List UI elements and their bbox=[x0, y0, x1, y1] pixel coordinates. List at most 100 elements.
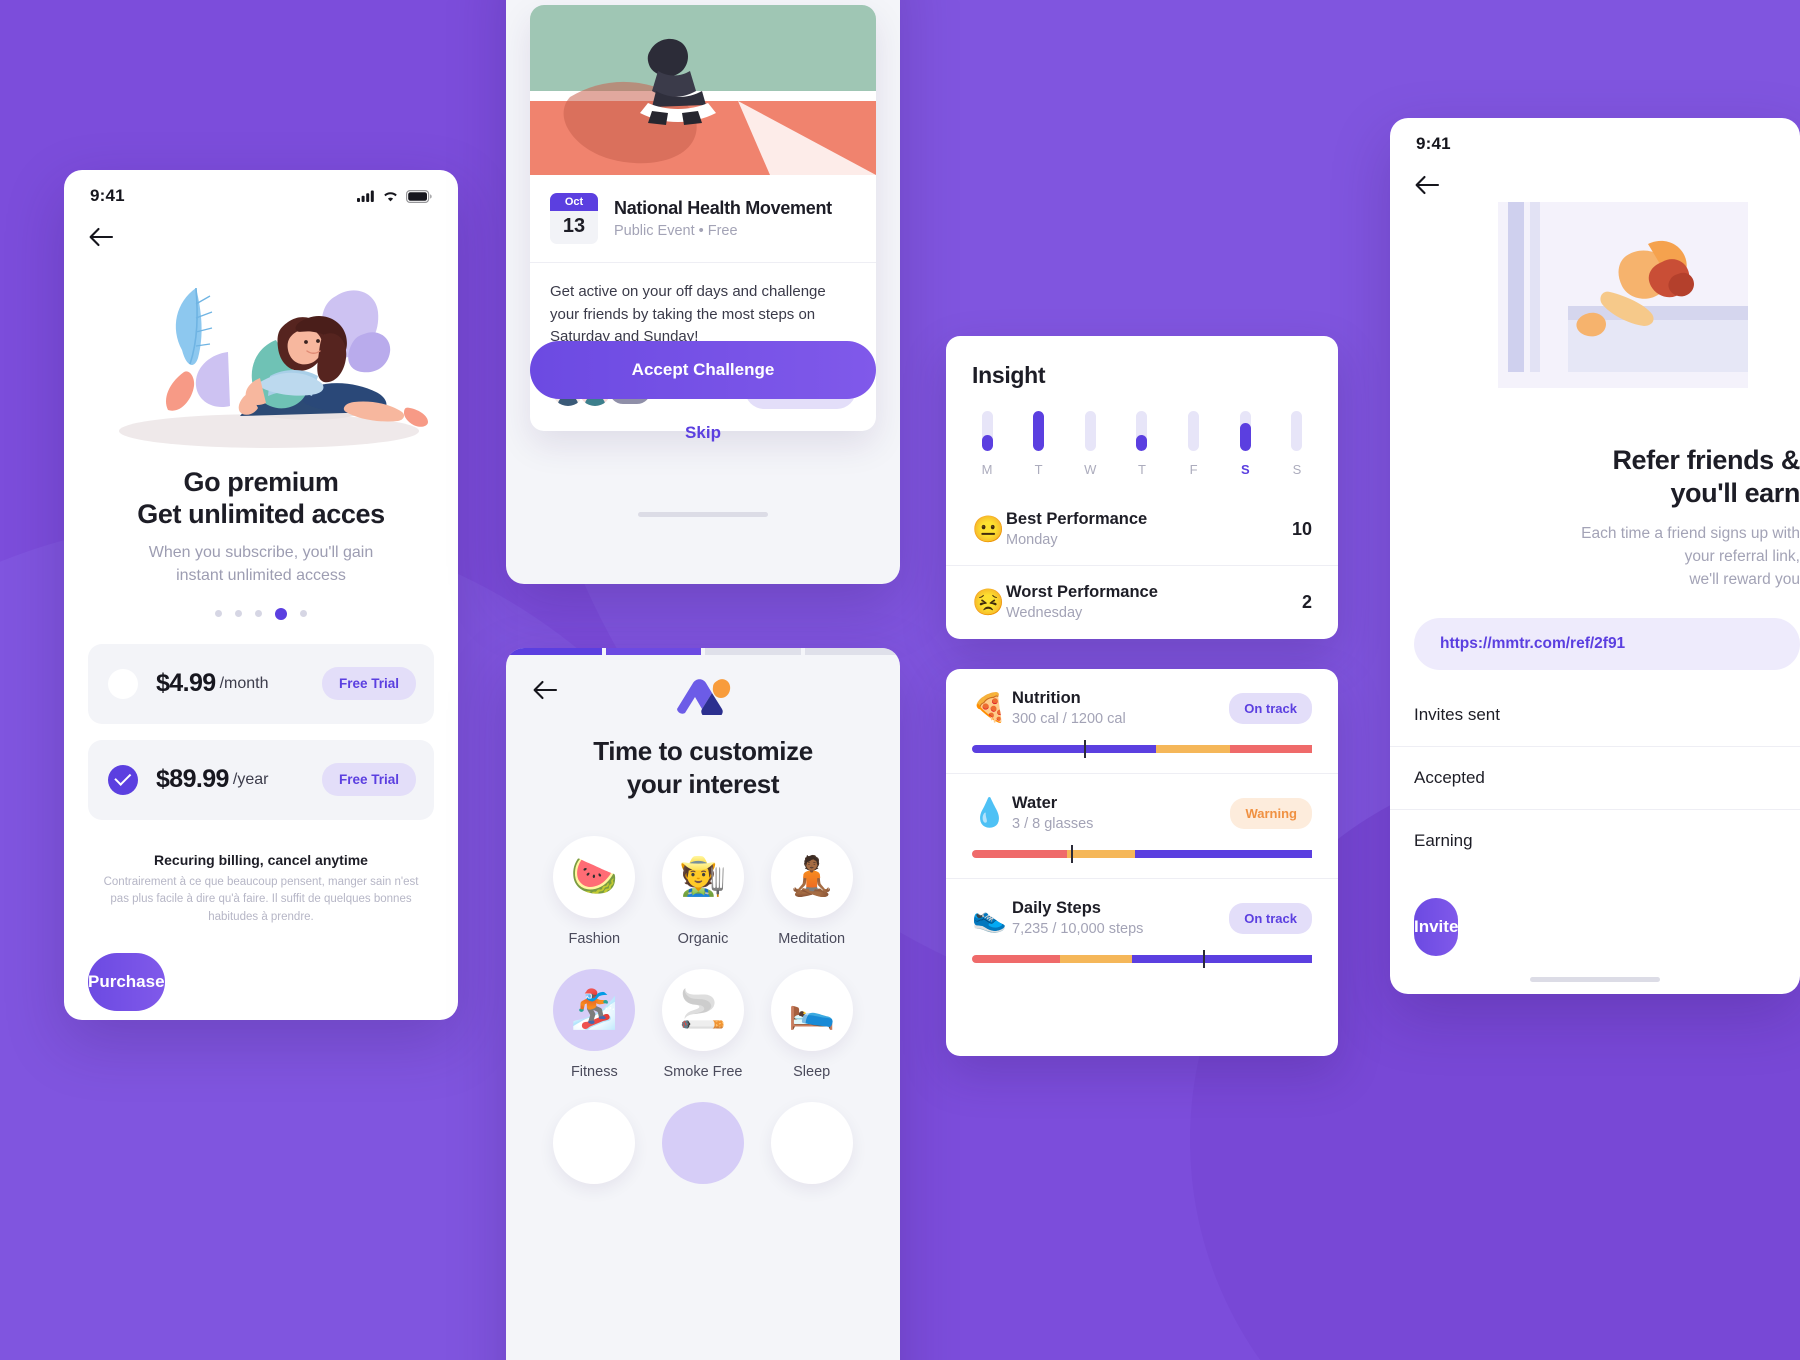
status-bar: 9:41 bbox=[64, 170, 458, 210]
interest-grid: 🍉 Fashion 🧑‍🌾 Organic 🧘🏾 Meditation 🏂 Fi… bbox=[506, 836, 900, 1184]
plan-period: /month bbox=[219, 674, 269, 692]
pager-dot[interactable] bbox=[215, 609, 222, 617]
pizza-icon: 🍕 bbox=[972, 692, 1007, 723]
pager-dot[interactable] bbox=[255, 609, 262, 617]
chart-bar-sunday[interactable]: S bbox=[1282, 411, 1312, 477]
premium-title: Go premium Get unlimited acces bbox=[64, 466, 458, 530]
insight-row-title: Best Performance bbox=[1006, 510, 1148, 528]
chart-label: S bbox=[1292, 462, 1302, 477]
bar-segment bbox=[1155, 745, 1231, 753]
meditation-icon: 🧘🏾 bbox=[770, 836, 853, 918]
insight-row-value: 2 bbox=[1301, 591, 1312, 612]
event-header: Oct 13 National Health Movement Public E… bbox=[530, 175, 876, 263]
stat-invites-sent: Invites sent bbox=[1390, 684, 1800, 747]
premium-screen: 9:41 Go premium Get unlimited acces When… bbox=[64, 170, 458, 1020]
goal-progress-bar bbox=[972, 950, 1312, 968]
free-trial-badge[interactable]: Free Trial bbox=[321, 763, 416, 797]
goal-marker bbox=[1084, 740, 1087, 758]
chart-bar-thursday[interactable]: T bbox=[1127, 411, 1157, 477]
interest-item-organic[interactable]: 🧑‍🌾 Organic bbox=[649, 836, 758, 947]
cellular-signal-icon bbox=[357, 190, 374, 202]
bar-segment bbox=[972, 955, 1061, 963]
goal-subtitle: 7,235 / 10,000 steps bbox=[1012, 921, 1144, 937]
placeholder-icon bbox=[553, 1102, 636, 1184]
bar-fill bbox=[1136, 435, 1148, 451]
chart-label: T bbox=[1034, 462, 1043, 477]
interest-item-extra[interactable] bbox=[757, 1102, 866, 1184]
refer-title-line2: you'll earn bbox=[1670, 477, 1800, 508]
goal-header: 👟 Daily Steps 7,235 / 10,000 steps On tr… bbox=[972, 899, 1312, 937]
back-button[interactable] bbox=[1414, 174, 1440, 196]
snowboarder-icon: 🏂 bbox=[553, 969, 636, 1051]
referral-link-field[interactable]: https://mmtr.com/ref/2f91 bbox=[1414, 617, 1800, 670]
interest-title: Time to customize your interest bbox=[593, 736, 813, 799]
pager-dots[interactable] bbox=[64, 607, 458, 620]
event-photo bbox=[530, 5, 876, 175]
event-challenge-screen: Oct 13 National Health Movement Public E… bbox=[506, 0, 900, 584]
goals-card: 🍕 Nutrition 300 cal / 1200 cal On track … bbox=[946, 669, 1338, 1056]
free-trial-badge[interactable]: Free Trial bbox=[321, 667, 416, 701]
goal-status-badge: On track bbox=[1229, 902, 1312, 934]
goal-progress-bar bbox=[972, 740, 1312, 758]
chart-bar-wednesday[interactable]: W bbox=[1075, 411, 1105, 477]
insight-row-value: 10 bbox=[1291, 518, 1312, 539]
plan-option-monthly[interactable]: $4.99 /month Free Trial bbox=[88, 643, 434, 724]
refer-subtitle: Each time a friend signs up with your re… bbox=[1581, 524, 1800, 589]
plan-price: $89.99 bbox=[156, 765, 229, 794]
insight-row-day: Wednesday bbox=[1006, 605, 1083, 621]
placeholder-icon bbox=[661, 1102, 744, 1184]
chart-bar-tuesday[interactable]: T bbox=[1024, 411, 1054, 477]
status-time: 9:41 bbox=[1416, 134, 1451, 153]
home-indicator bbox=[1530, 976, 1660, 982]
skip-button[interactable]: Skip bbox=[506, 423, 900, 443]
interest-item-extra[interactable] bbox=[649, 1102, 758, 1184]
stat-accepted: Accepted bbox=[1390, 747, 1800, 810]
water-drop-icon: 💧 bbox=[972, 797, 1007, 828]
interest-item-fashion[interactable]: 🍉 Fashion bbox=[540, 836, 649, 947]
insight-card: Insight M T W T F S S 😐 Best Performance… bbox=[946, 336, 1338, 639]
goal-header: 💧 Water 3 / 8 glasses Warning bbox=[972, 794, 1312, 832]
plan-option-yearly[interactable]: $89.99 /year Free Trial bbox=[88, 739, 434, 820]
interest-label: Sleep bbox=[793, 1064, 831, 1080]
pager-dot-active[interactable] bbox=[275, 607, 287, 620]
bar-segment bbox=[972, 850, 1068, 858]
chart-bar-monday[interactable]: M bbox=[972, 411, 1002, 477]
progress-segment bbox=[605, 648, 701, 655]
pager-dot[interactable] bbox=[235, 609, 242, 617]
interest-item-extra[interactable] bbox=[540, 1102, 649, 1184]
status-time: 9:41 bbox=[90, 186, 125, 205]
premium-illustration bbox=[119, 287, 428, 448]
event-meta: Public Event • Free bbox=[614, 223, 738, 239]
interest-item-meditation[interactable]: 🧘🏾 Meditation bbox=[757, 836, 866, 947]
accept-challenge-button[interactable]: Accept Challenge bbox=[530, 341, 876, 399]
invite-button[interactable]: Invite bbox=[1414, 897, 1459, 956]
pager-dot[interactable] bbox=[300, 609, 307, 617]
goal-status-badge: On track bbox=[1229, 692, 1312, 724]
goal-progress-bar bbox=[972, 845, 1312, 863]
recurring-billing-title: Recuring billing, cancel anytime bbox=[154, 851, 368, 868]
interest-item-sleep[interactable]: 🛌 Sleep bbox=[757, 969, 866, 1080]
bar-segment bbox=[1230, 745, 1312, 753]
purchase-button[interactable]: Purchase bbox=[88, 953, 165, 1012]
chart-bar-friday[interactable]: F bbox=[1179, 411, 1209, 477]
plan-radio-yearly[interactable] bbox=[108, 764, 138, 795]
refer-title: Refer friends & you'll earn bbox=[1390, 426, 1800, 510]
interest-item-smoke-free[interactable]: 🚬 Smoke Free bbox=[649, 969, 758, 1080]
shoe-icon: 👟 bbox=[972, 902, 1007, 933]
bar-fill bbox=[981, 435, 993, 451]
insight-row-best: 😐 Best Performance Monday 10 bbox=[946, 493, 1338, 565]
premium-subtitle: When you subscribe, you'll gain instant … bbox=[148, 544, 374, 585]
back-button[interactable] bbox=[532, 679, 558, 701]
plan-radio-monthly[interactable] bbox=[108, 668, 138, 699]
placeholder-icon bbox=[770, 1102, 853, 1184]
chart-label: W bbox=[1084, 462, 1097, 477]
goal-water: 💧 Water 3 / 8 glasses Warning bbox=[946, 773, 1338, 878]
interest-item-fitness[interactable]: 🏂 Fitness bbox=[540, 969, 649, 1080]
back-button[interactable] bbox=[88, 226, 114, 248]
chart-label: T bbox=[1137, 462, 1146, 477]
chart-bar-saturday[interactable]: S bbox=[1230, 411, 1260, 477]
interest-label: Meditation bbox=[778, 931, 846, 947]
goal-subtitle: 300 cal / 1200 cal bbox=[1012, 711, 1126, 727]
bar-track bbox=[981, 411, 993, 451]
premium-title-line2: Get unlimited acces bbox=[137, 499, 385, 530]
